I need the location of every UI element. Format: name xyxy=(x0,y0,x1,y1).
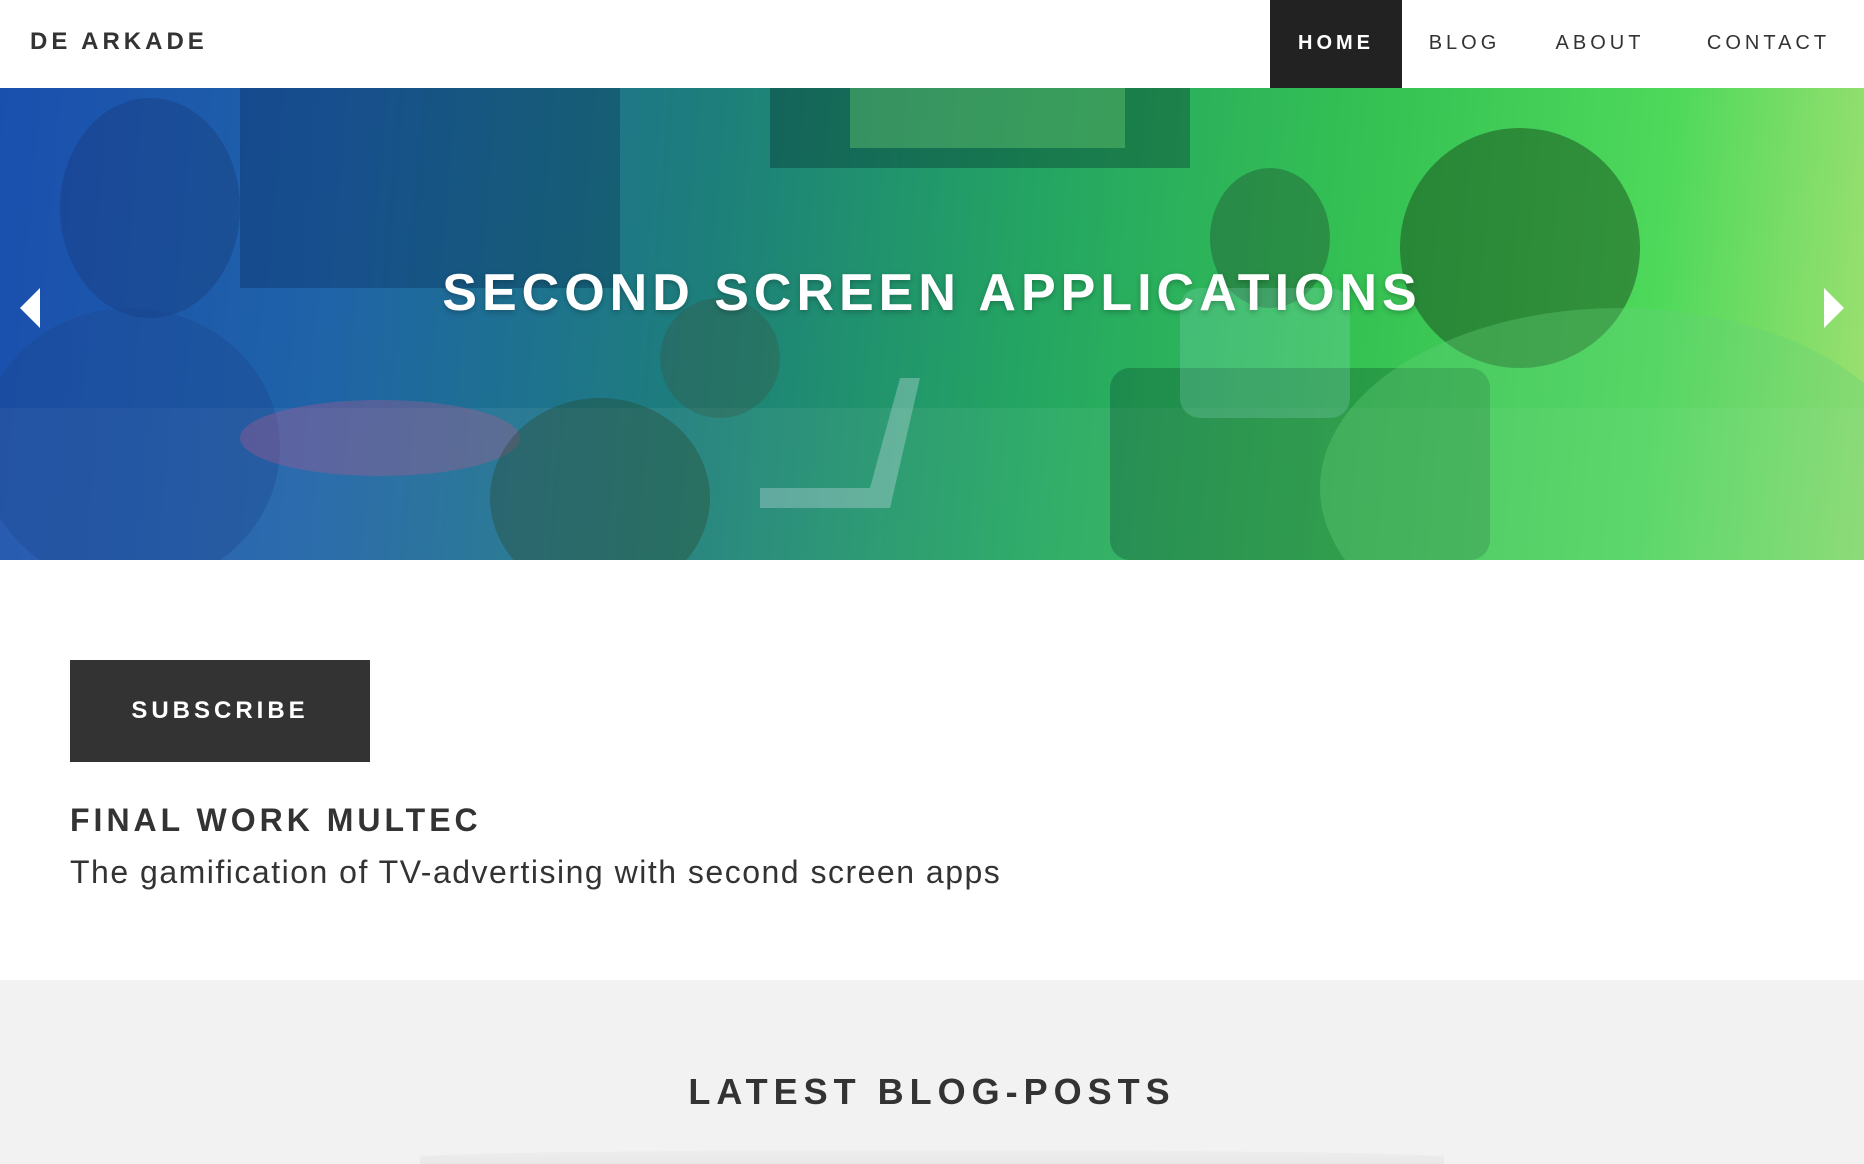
final-work-subheading: The gamification of TV-advertising with … xyxy=(70,854,1002,890)
carousel-next-icon[interactable] xyxy=(1824,288,1844,328)
nav-item-contact[interactable]: CONTACT xyxy=(1673,0,1864,88)
nav-item-about[interactable]: ABOUT xyxy=(1527,0,1673,88)
blog-section-heading: LATEST BLOG-POSTS xyxy=(688,1071,1176,1112)
top-navbar: DE ARKADE HOME BLOG ABOUT CONTACT xyxy=(0,0,1864,88)
brand-logo[interactable]: DE ARKADE xyxy=(30,0,208,84)
hero-background-photo xyxy=(0,88,1864,560)
latest-blog-section: LATEST BLOG-POSTS xyxy=(0,980,1864,1164)
main-nav: HOME BLOG ABOUT CONTACT xyxy=(1270,0,1864,88)
nav-item-home[interactable]: HOME xyxy=(1270,0,1402,88)
nav-item-blog[interactable]: BLOG xyxy=(1402,0,1527,88)
carousel-prev-icon[interactable] xyxy=(20,288,40,328)
blog-card-preview xyxy=(420,1150,1444,1164)
final-work-heading: FINAL WORK MULTEC xyxy=(70,802,482,838)
hero-title: SECOND SCREEN APPLICATIONS xyxy=(442,264,1422,322)
hero-carousel: SECOND SCREEN APPLICATIONS xyxy=(0,88,1864,560)
subscribe-button[interactable]: SUBSCRIBE xyxy=(70,660,370,762)
